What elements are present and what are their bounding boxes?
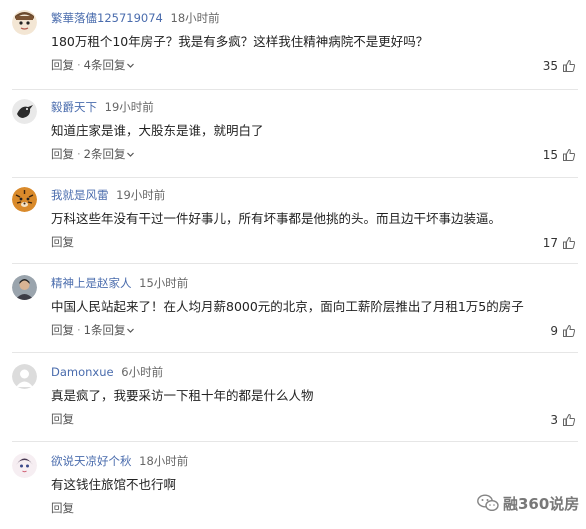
username[interactable]: 精神上是赵家人 [51,276,132,290]
avatar[interactable] [12,453,37,478]
like-button[interactable]: 35 [543,57,576,74]
view-replies-button[interactable]: 2条回复 [84,147,136,161]
thumbs-up-icon [563,236,576,249]
comment-text: 中国人民站起来了！在人均月薪8000元的北京，面向工薪阶层推出了月租1万5的房子 [51,299,524,314]
reply-button[interactable]: 回复 [51,58,74,72]
like-button[interactable]: 17 [543,234,576,251]
reply-button[interactable]: 回复 [51,412,74,426]
separator-dot: · [77,58,81,72]
man-portrait-avatar-icon [12,275,37,300]
divider [12,177,578,178]
reply-button[interactable]: 回复 [51,323,74,337]
reply-button[interactable]: 回复 [51,501,74,515]
like-button[interactable]: 9 [550,322,576,339]
divider [12,263,578,264]
reply-button[interactable]: 回复 [51,235,74,249]
thumbs-up-icon [563,413,576,426]
comment-actions: 回复 · 4条回复 [51,57,135,73]
timestamp: 18小时前 [170,11,220,25]
reply-button[interactable]: 回复 [51,147,74,161]
thumbs-up-icon [563,148,576,161]
comment-actions: 回复 [51,500,74,516]
divider [12,441,578,442]
timestamp: 6小时前 [121,365,164,379]
like-count: 9 [550,323,558,338]
separator-dot: · [77,323,81,337]
bird-avatar-icon [12,99,37,124]
avatar[interactable] [12,364,37,389]
comment-text: 有这钱住旅馆不也行啊 [51,477,177,492]
author-line: 我就是风雷 19小时前 [51,187,165,203]
divider [12,89,578,90]
timestamp: 15小时前 [139,276,189,290]
thumbs-up-icon [563,59,576,72]
tiger-avatar-icon [12,187,37,212]
author-line: Damonxue 6小时前 [51,364,163,380]
author-line: 欲说天凉好个秋 18小时前 [51,453,188,469]
replies-count: 2条回复 [83,147,126,161]
view-replies-button[interactable]: 1条回复 [84,323,136,337]
comment-text: 知道庄家是谁，大股东是谁，就明白了 [51,123,264,138]
comment-text: 180万租个10年房子？我是有多疯？这样我住精神病院不是更好吗？ [51,34,429,49]
like-button[interactable]: 3 [550,411,576,428]
author-line: 繁華落儘125719074 18小时前 [51,10,220,26]
comment-actions: 回复 · 2条回复 [51,146,135,162]
chevron-down-icon [127,152,135,157]
comment-text: 真是疯了，我要采访一下租十年的都是什么人物 [51,388,314,403]
avatar[interactable] [12,275,37,300]
username[interactable]: 我就是风雷 [51,188,109,202]
timestamp: 19小时前 [116,188,166,202]
divider [12,352,578,353]
chevron-down-icon [127,63,135,68]
username[interactable]: 繁華落儘125719074 [51,11,163,25]
watermark-text: 融360说房 [503,495,580,513]
cartoon-face-avatar-icon [12,10,37,35]
avatar[interactable] [12,187,37,212]
comment-text: 万科这些年没有干过一件好事儿，所有坏事都是他挑的头。而且边干坏事边装逼。 [51,211,502,226]
anime-avatar-icon [12,453,37,478]
like-button[interactable]: 15 [543,146,576,163]
watermark: 融360说房 [477,494,579,514]
timestamp: 18小时前 [139,454,189,468]
comment-actions: 回复 · 1条回复 [51,322,135,338]
avatar[interactable] [12,10,37,35]
author-line: 毅爵天下 19小时前 [51,99,154,115]
replies-count: 4条回复 [83,58,126,72]
thumbs-up-icon [563,324,576,337]
view-replies-button[interactable]: 4条回复 [84,58,136,72]
username[interactable]: Damonxue [51,365,114,379]
avatar[interactable] [12,99,37,124]
like-count: 17 [542,235,558,250]
replies-count: 1条回复 [83,323,126,337]
username[interactable]: 欲说天凉好个秋 [51,454,132,468]
wechat-icon [477,494,499,512]
like-count: 3 [550,412,558,427]
chevron-down-icon [127,328,135,333]
timestamp: 19小时前 [104,100,154,114]
username[interactable]: 毅爵天下 [51,100,97,114]
default-avatar-icon [12,364,37,389]
author-line: 精神上是赵家人 15小时前 [51,275,188,291]
like-count: 15 [542,147,558,162]
like-count: 35 [542,58,558,73]
comment-actions: 回复 [51,234,74,250]
comment-actions: 回复 [51,411,74,427]
separator-dot: · [77,147,81,161]
